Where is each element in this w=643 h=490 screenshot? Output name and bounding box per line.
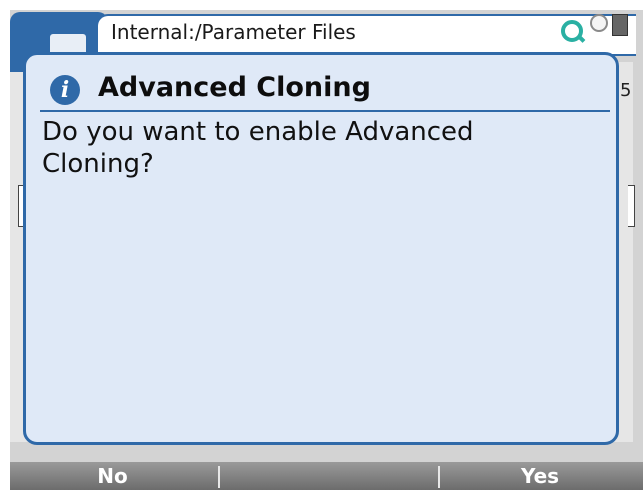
dialog-title: Advanced Cloning	[98, 72, 371, 103]
current-path: Internal:/Parameter Files	[111, 20, 356, 44]
softkey-divider	[438, 466, 440, 488]
background-row-bracket	[628, 185, 635, 227]
info-icon: i	[50, 75, 80, 105]
search-icon[interactable]	[561, 20, 583, 42]
middle-softkey[interactable]	[222, 462, 436, 490]
no-button[interactable]: No	[10, 462, 215, 490]
dialog-message: Do you want to enable Advanced Cloning?	[42, 117, 474, 179]
softkey-divider	[218, 466, 220, 488]
dialog-title-divider	[40, 110, 610, 112]
yes-button[interactable]: Yes	[442, 462, 638, 490]
device-icon[interactable]	[612, 14, 628, 36]
user-icon[interactable]	[590, 14, 608, 32]
background-list-fragment: 5	[620, 80, 632, 101]
